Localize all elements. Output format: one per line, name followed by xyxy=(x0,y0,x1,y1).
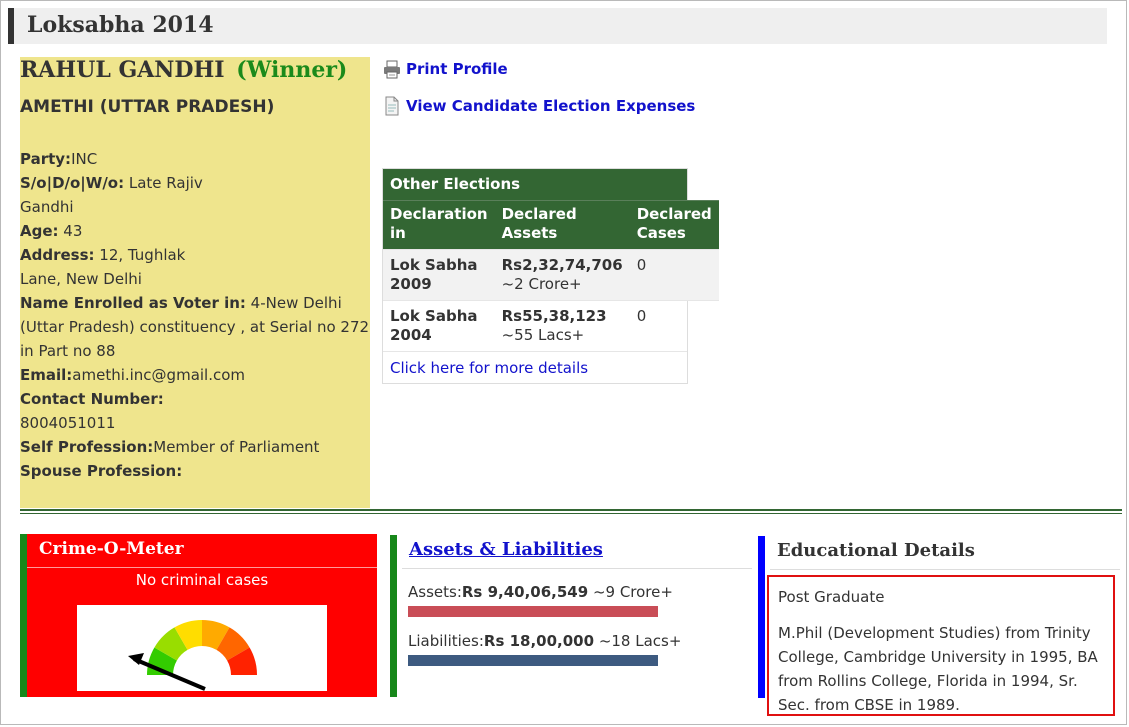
section-divider xyxy=(20,509,1122,511)
more-details-row: Click here for more details xyxy=(383,351,687,383)
profile-links: Print Profile View Candidate Election Ex… xyxy=(382,58,695,132)
panel-divider xyxy=(402,568,752,569)
education-highlight-box: Post Graduate M.Phil (Development Studie… xyxy=(767,575,1115,716)
education-level: Post Graduate xyxy=(778,588,885,606)
table-row: Lok Sabha 2009 Rs2,32,74,706 ~2 Crore+ 0 xyxy=(383,249,719,301)
detail-spouse-profession: Spouse Profession: xyxy=(20,462,183,480)
detail-parent: S/o|D/o|W/o: Late Rajiv Gandhi xyxy=(20,174,203,216)
expenses-row[interactable]: View Candidate Election Expenses xyxy=(382,95,695,117)
detail-self-profession: Self Profession:Member of Parliament xyxy=(20,438,320,456)
cases-cell: 0 xyxy=(629,300,719,351)
cases-cell: 0 xyxy=(629,249,719,301)
column-header: Declared Cases xyxy=(629,200,719,250)
winner-badge: (Winner) xyxy=(236,57,348,83)
detail-email: Email:amethi.inc@gmail.com xyxy=(20,366,246,384)
detail-contact: Contact Number: 8004051011 xyxy=(20,390,164,432)
election-cell: Lok Sabha 2004 xyxy=(383,300,495,351)
detail-voter-enrollment: Name Enrolled as Voter in: 4-New Delhi (… xyxy=(20,294,370,360)
other-elections-panel: Other Elections Declaration in Declared … xyxy=(382,168,719,384)
other-elections-table: Declaration in Declared Assets Declared … xyxy=(383,200,719,351)
crime-o-meter-title: Crime-O-Meter xyxy=(39,539,184,559)
assets-cell: Rs2,32,74,706 ~2 Crore+ xyxy=(494,249,630,301)
criminal-cases-status: No criminal cases xyxy=(135,571,269,589)
column-header: Declaration in xyxy=(383,200,495,250)
constituency: AMETHI (UTTAR PRADESH) xyxy=(20,97,275,117)
panel-divider xyxy=(27,567,377,568)
section-header: Loksabha 2014 xyxy=(8,8,1107,44)
election-cell: Lok Sabha 2009 xyxy=(383,249,495,301)
educational-details-title: Educational Details xyxy=(777,540,975,561)
liabilities-bar xyxy=(408,655,658,666)
print-profile-row[interactable]: Print Profile xyxy=(382,58,695,80)
column-header: Declared Assets xyxy=(494,200,630,250)
gauge-icon xyxy=(77,605,327,691)
candidate-profile: RAHUL GANDHI (Winner) AMETHI (UTTAR PRAD… xyxy=(20,57,370,508)
education-description: M.Phil (Development Studies) from Trinit… xyxy=(778,624,1098,714)
assets-liabilities-link[interactable]: Assets & Liabilities xyxy=(409,539,603,560)
printer-icon xyxy=(382,59,402,79)
candidate-details: Party:INC S/o|D/o|W/o: Late Rajiv Gandhi… xyxy=(20,147,370,483)
other-elections-title: Other Elections xyxy=(383,169,687,200)
assets-cell: Rs55,38,123 ~55 Lacs+ xyxy=(494,300,630,351)
detail-party: Party:INC xyxy=(20,150,98,168)
liabilities-row: Liabilities:Rs 18,00,000 ~18 Lacs+ xyxy=(408,632,682,650)
assets-row: Assets:Rs 9,40,06,549 ~9 Crore+ xyxy=(408,583,673,601)
more-details-link[interactable]: Click here for more details xyxy=(390,359,588,377)
table-row: Lok Sabha 2004 Rs55,38,123 ~55 Lacs+ 0 xyxy=(383,300,719,351)
candidate-name-row: RAHUL GANDHI (Winner) xyxy=(20,57,347,83)
candidate-name: RAHUL GANDHI xyxy=(20,57,225,83)
print-profile-link[interactable]: Print Profile xyxy=(406,60,508,78)
crime-o-meter-panel: Crime-O-Meter No criminal cases xyxy=(20,534,377,697)
document-icon xyxy=(382,96,402,116)
election-expenses-link[interactable]: View Candidate Election Expenses xyxy=(406,97,695,115)
assets-bar xyxy=(408,606,658,617)
section-divider xyxy=(20,513,1122,514)
panel-divider xyxy=(770,569,1120,570)
assets-liabilities-panel: Assets & Liabilities Assets:Rs 9,40,06,5… xyxy=(390,535,752,697)
detail-address: Address: 12, Tughlak Lane, New Delhi xyxy=(20,246,186,288)
detail-age: Age: 43 xyxy=(20,222,83,240)
section-title: Loksabha 2014 xyxy=(27,12,214,38)
